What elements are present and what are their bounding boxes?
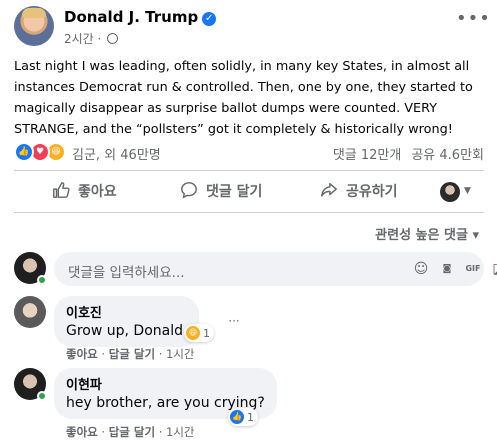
post-header: Donald J. Trump ✓ 2시간 · ••• xyxy=(14,6,490,50)
commenter-name[interactable]: 이호진 xyxy=(66,302,187,321)
comment-icon xyxy=(181,182,197,199)
comment-like-link[interactable]: 좋아요 xyxy=(66,347,98,361)
camera-icon[interactable]: ◙ xyxy=(438,260,456,278)
like-label: 좋아요 xyxy=(78,184,117,200)
divider xyxy=(14,212,484,213)
gif-icon[interactable]: GIF xyxy=(464,260,482,278)
comment-reaction-count: 1 xyxy=(203,326,210,340)
audience-selector[interactable]: ▼ xyxy=(440,182,476,202)
commenter-name[interactable]: 이현파 xyxy=(66,374,265,393)
reactions-bar: 👍 ♥ 😆 김군, 외 46만명 댓글 12만개 공유 4.6만회 xyxy=(14,142,484,164)
sort-label: 관련성 높은 댓글 xyxy=(375,228,468,243)
comment-input[interactable]: 댓글을 입력하세요... ☺ ◙ GIF ◪ xyxy=(54,252,497,286)
comment-item: 이현파 hey brother, are you crying? 👍 1 좋아요… xyxy=(14,368,484,439)
author-name[interactable]: Donald J. Trump xyxy=(64,8,198,26)
comment-actions: 좋아요 · 답글 달기 · 1시간 xyxy=(66,425,195,439)
post-stats: 댓글 12만개 공유 4.6만회 xyxy=(333,144,484,163)
commenter-avatar[interactable] xyxy=(14,296,46,328)
comment-time[interactable]: 1시간 xyxy=(166,347,194,361)
like-button[interactable]: 좋아요 xyxy=(52,176,117,208)
comment-like-link[interactable]: 좋아요 xyxy=(66,425,98,439)
comment-actions: 좋아요 · 답글 달기 · 1시간 xyxy=(66,347,195,361)
emoji-icon[interactable]: ☺ xyxy=(412,260,430,278)
comment-sort-dropdown[interactable]: 관련성 높은 댓글 ▾ xyxy=(375,224,479,243)
online-indicator xyxy=(37,391,47,401)
online-indicator xyxy=(37,275,47,285)
globe-icon xyxy=(107,33,119,44)
shares-count[interactable]: 공유 4.6만회 xyxy=(411,148,484,163)
post-meta: 2시간 · xyxy=(64,30,119,47)
share-icon xyxy=(321,182,337,197)
comment-time[interactable]: 1시간 xyxy=(166,425,194,439)
comment-text: Grow up, Donald. xyxy=(66,323,188,339)
like-reaction-icon: 👍 xyxy=(14,142,34,162)
post-time[interactable]: 2시간 xyxy=(64,32,94,46)
thumbs-up-icon xyxy=(53,182,70,198)
comments-count[interactable]: 댓글 12만개 xyxy=(333,148,402,163)
post-text: Last night I was leading, often solidly,… xyxy=(14,59,473,137)
like-reaction-icon: 👍 xyxy=(230,410,244,424)
more-icon[interactable]: ••• xyxy=(456,10,490,34)
comment-reply-link[interactable]: 답글 달기 xyxy=(109,425,155,439)
post-actions: 좋아요 댓글 달기 공유하기 ▼ xyxy=(14,176,484,208)
comment-more-icon[interactable]: ··· xyxy=(226,315,242,330)
comment-composer: 댓글을 입력하세요... ☺ ◙ GIF ◪ xyxy=(14,252,497,286)
author-name-row: Donald J. Trump ✓ xyxy=(64,8,217,26)
comment-reaction[interactable]: 😆 1 xyxy=(184,324,214,342)
comment-reply-link[interactable]: 답글 달기 xyxy=(109,347,155,361)
comment-reaction[interactable]: 👍 1 xyxy=(228,408,258,426)
author-avatar[interactable] xyxy=(14,6,54,46)
chevron-down-icon: ▼ xyxy=(464,186,471,196)
share-button[interactable]: 공유하기 xyxy=(320,176,398,208)
comment-placeholder: 댓글을 입력하세요... xyxy=(68,265,185,281)
comment-bubble: 이호진 Grow up, Donald. xyxy=(54,296,200,347)
divider xyxy=(14,170,484,171)
verified-icon: ✓ xyxy=(202,12,217,26)
share-label: 공유하기 xyxy=(346,184,398,200)
chevron-down-icon: ▾ xyxy=(472,228,479,243)
sticker-icon[interactable]: ◪ xyxy=(490,260,497,278)
comment-label: 댓글 달기 xyxy=(206,184,263,200)
comment-item: 이호진 Grow up, Donald. 😆 1 ··· 좋아요 · 답글 달기… xyxy=(14,296,484,362)
comment-reaction-count: 1 xyxy=(247,410,254,424)
haha-reaction-icon: 😆 xyxy=(186,326,200,340)
reaction-count[interactable]: 김군, 외 46만명 xyxy=(72,144,161,163)
user-avatar xyxy=(440,182,460,202)
